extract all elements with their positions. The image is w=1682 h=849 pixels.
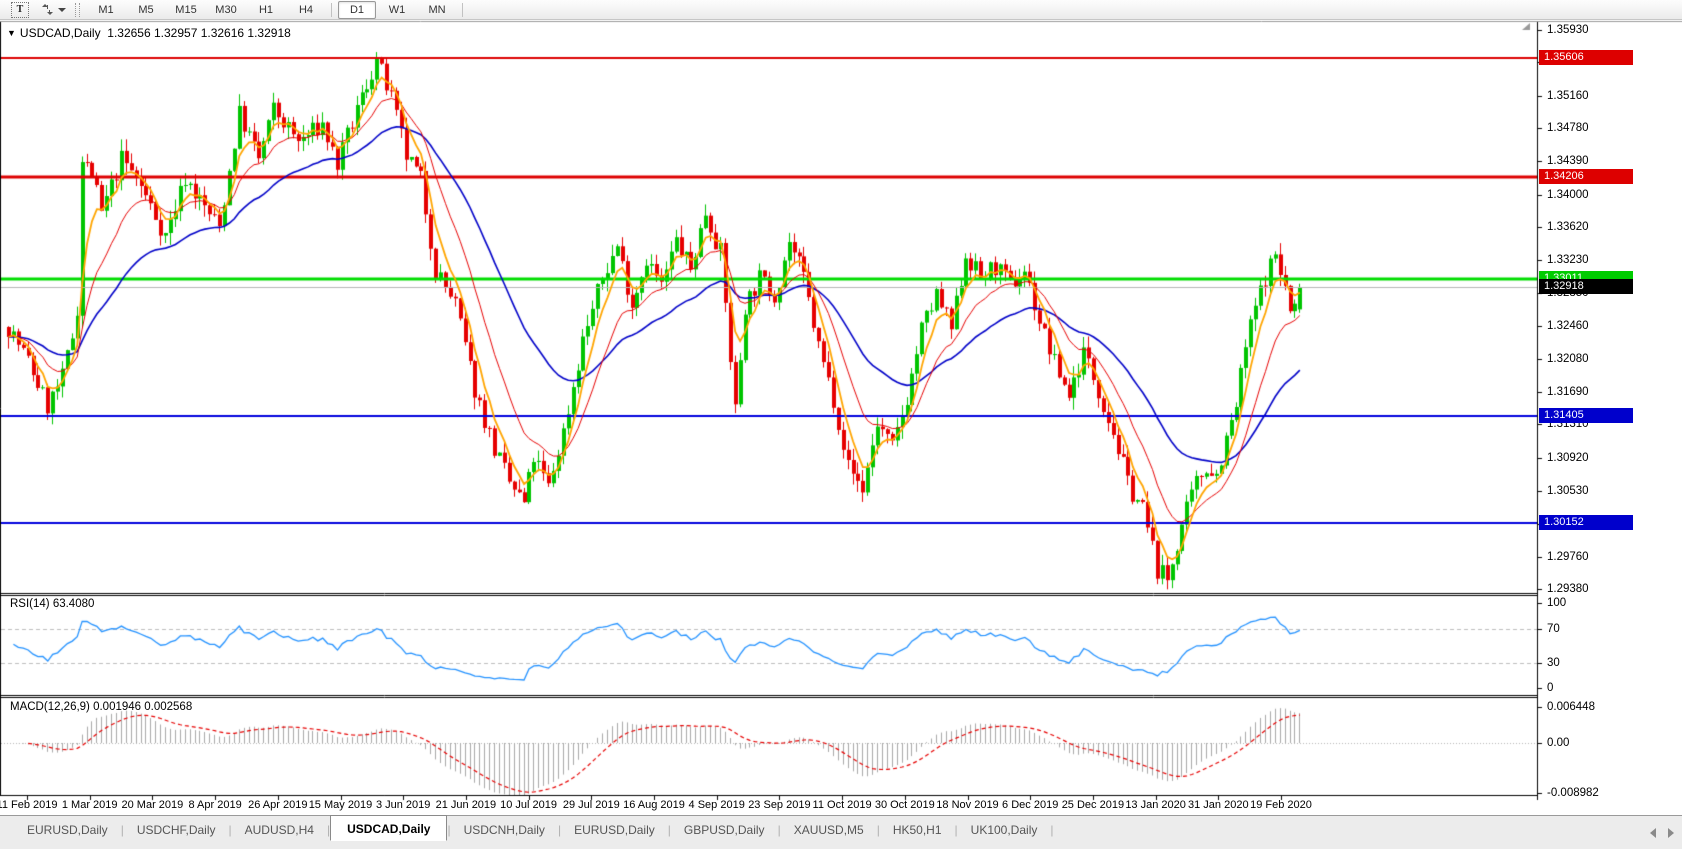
tab-usdcad-daily[interactable]: USDCAD,Daily: [330, 815, 448, 841]
arrange-windows-button[interactable]: [37, 1, 70, 18]
timeframe-group: M1 M5 M15 M30 H1 H4 D1 W1 MN: [86, 0, 468, 19]
tab-scroll-buttons: [1650, 828, 1674, 838]
price-axis-tick: 1.32460: [1547, 320, 1589, 333]
text-tool-button[interactable]: T: [7, 1, 33, 18]
rsi-axis-tick: 100: [1547, 597, 1567, 609]
price-axis-tick: 1.34000: [1547, 188, 1589, 201]
timeframe-button-m1[interactable]: M1: [87, 1, 125, 19]
rsi-axis-tick: 30: [1547, 656, 1560, 669]
macd-indicator-label: MACD(12,26,9) 0.001946 0.002568: [10, 701, 193, 713]
tab-xauusd-m5[interactable]: XAUUSD,M5: [781, 820, 877, 840]
rsi-indicator-label: RSI(14) 63.4080: [10, 598, 95, 610]
price-axis-tick: 1.29760: [1547, 550, 1589, 563]
tab-hk50-h1[interactable]: HK50,H1: [880, 820, 955, 840]
price-axis-tick: 1.35160: [1547, 89, 1589, 102]
chart-area: ▼ USDCAD,Daily 1.32656 1.32957 1.32616 1.…: [0, 20, 1682, 815]
price-axis-tick: 1.30920: [1547, 451, 1589, 464]
chart-tab-bar: EURUSD,Daily | USDCHF,Daily | AUDUSD,H4 | USDC…: [0, 815, 1682, 849]
level-price-badge: 1.35606: [1539, 49, 1633, 65]
terminal-window: T M1 M5 M15 M30 H1 H4 D1 W1 MN ▼ USDCAD,Daily 1.3…: [0, 0, 1682, 849]
timeframe-button-h4[interactable]: H4: [287, 1, 325, 19]
price-axis-tick: 1.35930: [1547, 24, 1589, 36]
rsi-axis-tick: 0: [1547, 682, 1554, 694]
tab-eurusd-daily[interactable]: EURUSD,Daily: [561, 820, 668, 840]
tab-gbpusd-daily[interactable]: GBPUSD,Daily: [671, 820, 778, 840]
dropdown-caret-icon: [58, 7, 66, 12]
text-tool-icon: T: [11, 1, 29, 18]
date-label: 19 Feb 2020: [1250, 799, 1312, 811]
level-price-badge: 1.31405: [1539, 408, 1633, 424]
price-axis-tick: 1.34780: [1547, 122, 1589, 135]
tab-separator: |: [1050, 823, 1054, 837]
tab-eurusd-daily[interactable]: EURUSD,Daily: [14, 820, 121, 840]
tab-audusd-h4[interactable]: AUDUSD,H4: [232, 820, 327, 840]
rsi-axis-tick: 70: [1547, 622, 1560, 635]
price-axis-tick: 1.29380: [1547, 582, 1589, 595]
tab-scroll-right-icon[interactable]: [1668, 828, 1674, 838]
toolbar-separator: [331, 2, 332, 17]
price-axis-tick: 1.33230: [1547, 254, 1589, 267]
tab-uk100-daily[interactable]: UK100,Daily: [958, 820, 1051, 840]
price-axis-tick: 1.31690: [1547, 385, 1589, 398]
timeframe-button-d1[interactable]: D1: [338, 0, 376, 19]
price-axis-tick: 1.34390: [1547, 155, 1589, 168]
level-price-badge: 1.34206: [1539, 169, 1633, 185]
level-price-badge: 1.30152: [1539, 515, 1633, 531]
price-chart-canvas[interactable]: [0, 20, 1682, 815]
toolbar-grip[interactable]: [75, 2, 80, 17]
symbol-collapse-icon[interactable]: ▼: [7, 28, 16, 38]
price-axis-tick: 1.33620: [1547, 221, 1589, 234]
macd-axis-tick: -0.008982: [1547, 787, 1599, 800]
top-toolbar: T M1 M5 M15 M30 H1 H4 D1 W1 MN: [0, 0, 1682, 20]
toolbar-separator: [462, 2, 463, 17]
timeframe-button-mn[interactable]: MN: [418, 1, 456, 19]
tab-scroll-left-icon[interactable]: [1650, 828, 1656, 838]
timeframe-button-h1[interactable]: H1: [247, 1, 285, 19]
timeframe-button-m30[interactable]: M30: [207, 1, 245, 19]
arrange-arrows-icon: [42, 4, 53, 15]
tab-usdcnh-daily[interactable]: USDCNH,Daily: [451, 820, 558, 840]
timeframe-button-m15[interactable]: M15: [167, 1, 205, 19]
tab-usdchf-daily[interactable]: USDCHF,Daily: [124, 820, 229, 840]
timeframe-button-m5[interactable]: M5: [127, 1, 165, 19]
chart-title-ohlc: 1.32656 1.32957 1.32616 1.32918: [107, 26, 291, 40]
macd-axis-tick: 0.006448: [1547, 701, 1595, 713]
timeframe-button-w1[interactable]: W1: [378, 1, 416, 19]
price-axis-tick: 1.32080: [1547, 352, 1589, 365]
current-price-badge: 1.32918: [1539, 279, 1633, 295]
macd-axis-tick: 0.00: [1547, 737, 1570, 749]
chart-title: ▼ USDCAD,Daily 1.32656 1.32957 1.32616 1.…: [7, 26, 291, 40]
price-axis-tick: 1.30530: [1547, 484, 1589, 497]
chart-title-symbol: USDCAD,Daily: [19, 26, 101, 40]
